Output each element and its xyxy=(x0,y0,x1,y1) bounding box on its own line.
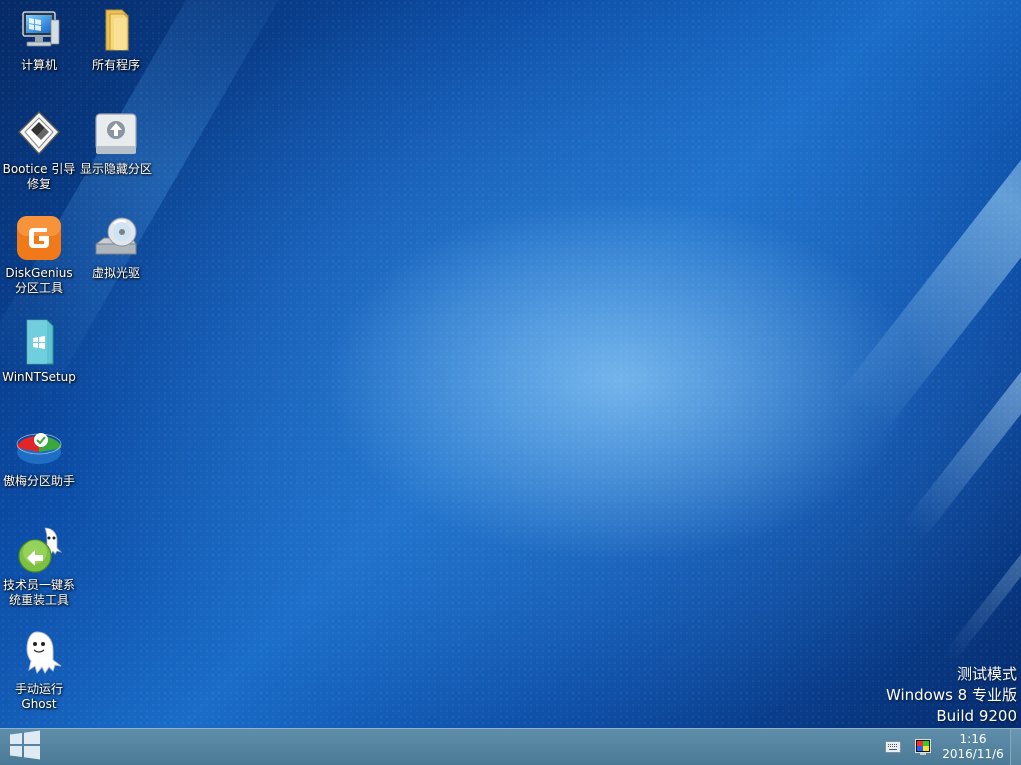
desktop-icon-label: WinNTSetup xyxy=(2,370,76,384)
diskgenius-icon xyxy=(15,214,63,262)
desktop-icon-label: 所有程序 xyxy=(91,58,140,72)
reinstall-tool-icon xyxy=(15,526,63,574)
desktop-icon-all-programs[interactable]: 所有程序 xyxy=(77,6,155,73)
clock-date: 2016/11/6 xyxy=(942,747,1004,761)
desktop-icon-label: 计算机 xyxy=(20,58,57,72)
desktop[interactable]: 计算机 所有程序 Bootice 引导修复 显示隐藏分区 DiskGenius分… xyxy=(0,0,1021,728)
desktop-icon-label: Bootice 引导修复 xyxy=(2,162,76,191)
desktop-icon-reinstall-tool[interactable]: 技术员一键系统重装工具 xyxy=(0,526,78,608)
keyboard-icon[interactable] xyxy=(884,738,902,756)
desktop-icon-label: 傲梅分区助手 xyxy=(2,474,75,488)
wallpaper-streak xyxy=(942,291,1021,663)
os-watermark: 测试模式 Windows 8 专业版 Build 9200 xyxy=(886,664,1017,727)
wallpaper-streak xyxy=(901,145,1021,541)
taskbar-clock[interactable]: 1:16 2016/11/6 xyxy=(942,732,1004,762)
folder-icon xyxy=(92,6,140,54)
partition-drive-icon xyxy=(92,110,140,158)
watermark-build: Build 9200 xyxy=(936,707,1017,725)
display-color-icon[interactable] xyxy=(914,738,932,756)
winntsetup-icon xyxy=(15,318,63,366)
watermark-edition: Windows 8 专业版 xyxy=(885,686,1017,704)
show-desktop-button[interactable] xyxy=(1010,729,1021,765)
wallpaper-streak xyxy=(836,0,1021,434)
desktop-icon-diskgenius[interactable]: DiskGenius分区工具 xyxy=(0,214,78,296)
windows-logo-icon xyxy=(9,730,41,764)
optical-drive-icon xyxy=(92,214,140,262)
desktop-icon-bootice[interactable]: Bootice 引导修复 xyxy=(0,110,78,192)
desktop-icon-label: 技术员一键系统重装工具 xyxy=(2,578,75,607)
bootice-icon xyxy=(15,110,63,158)
desktop-icon-ghost[interactable]: 手动运行Ghost xyxy=(0,630,78,712)
desktop-icon-winntsetup[interactable]: WinNTSetup xyxy=(0,318,78,385)
desktop-icon-label: 手动运行Ghost xyxy=(14,682,63,711)
desktop-icon-label: DiskGenius分区工具 xyxy=(5,266,73,295)
system-tray: 1:16 2016/11/6 xyxy=(878,729,1021,765)
clock-time: 1:16 xyxy=(959,732,987,746)
ghost-icon xyxy=(15,630,63,678)
desktop-icon-label: 显示隐藏分区 xyxy=(79,162,152,176)
start-button[interactable] xyxy=(0,729,50,765)
watermark-test-mode: 测试模式 xyxy=(956,665,1017,683)
desktop-icon-aomei-partition[interactable]: 傲梅分区助手 xyxy=(0,422,78,489)
desktop-icon-virtual-drive[interactable]: 虚拟光驱 xyxy=(77,214,155,281)
desktop-icon-computer[interactable]: 计算机 xyxy=(0,6,78,73)
computer-icon xyxy=(15,6,63,54)
aomei-partition-icon xyxy=(15,422,63,470)
desktop-icon-label: 虚拟光驱 xyxy=(91,266,140,280)
desktop-icon-show-hidden-partition[interactable]: 显示隐藏分区 xyxy=(77,110,155,177)
taskbar: 1:16 2016/11/6 xyxy=(0,728,1021,765)
